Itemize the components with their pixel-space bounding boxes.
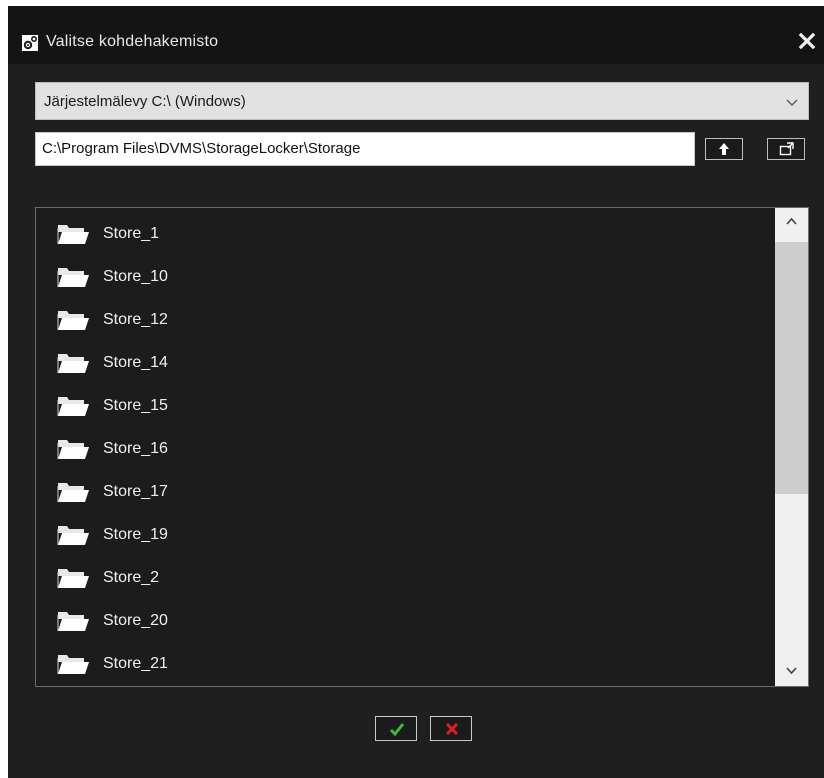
arrow-up-icon bbox=[719, 143, 729, 155]
parent-folder-button[interactable] bbox=[705, 138, 743, 160]
folder-icon bbox=[57, 354, 89, 373]
cancel-button[interactable] bbox=[430, 716, 472, 741]
folder-icon bbox=[57, 483, 89, 502]
folder-list-item[interactable]: Store_19 bbox=[56, 519, 756, 549]
folder-icon bbox=[57, 397, 89, 416]
folder-name: Store_16 bbox=[103, 440, 168, 457]
folder-name: Store_19 bbox=[103, 526, 168, 543]
folder-icon bbox=[57, 225, 89, 244]
drive-select-value: Järjestelmälevy C:\ (Windows) bbox=[44, 93, 246, 110]
folder-name: Store_12 bbox=[103, 311, 168, 328]
close-icon bbox=[798, 32, 816, 50]
scrollbar-thumb[interactable] bbox=[775, 242, 808, 494]
new-folder-button[interactable] bbox=[767, 138, 805, 160]
folder-list-item[interactable]: Store_21 bbox=[56, 648, 756, 678]
folder-name: Store_15 bbox=[103, 397, 168, 414]
folder-name: Store_14 bbox=[103, 354, 168, 371]
folder-icon bbox=[57, 311, 89, 330]
dialog-title: Valitse kohdehakemisto bbox=[46, 33, 219, 50]
folder-name: Store_20 bbox=[103, 612, 168, 629]
close-button[interactable] bbox=[798, 32, 816, 50]
folder-name: Store_2 bbox=[103, 569, 160, 586]
new-folder-icon bbox=[779, 142, 794, 156]
folder-list-item[interactable]: Store_12 bbox=[56, 304, 756, 334]
settings-gears-icon bbox=[22, 35, 38, 51]
folder-list-item[interactable]: Store_17 bbox=[56, 476, 756, 506]
chevron-down-icon bbox=[786, 99, 798, 106]
ok-button[interactable] bbox=[375, 716, 417, 741]
choose-folder-dialog: Valitse kohdehakemisto Järjestelmälevy C… bbox=[8, 6, 824, 778]
chevron-down-icon bbox=[786, 667, 797, 675]
drive-select[interactable]: Järjestelmälevy C:\ (Windows) bbox=[35, 82, 809, 120]
chevron-up-icon bbox=[786, 217, 797, 225]
folder-list-item[interactable]: Store_10 bbox=[56, 261, 756, 291]
folder-name: Store_10 bbox=[103, 268, 168, 285]
scroll-up-button[interactable] bbox=[775, 208, 808, 236]
folder-list: Store_1 Store_10 Store_12 Store_14 Store_15 S… bbox=[35, 207, 809, 687]
folder-name: Store_21 bbox=[103, 655, 168, 672]
folder-list-item[interactable]: Store_1 bbox=[56, 218, 756, 248]
folder-icon bbox=[57, 655, 89, 674]
folder-icon bbox=[57, 612, 89, 631]
scroll-down-button[interactable] bbox=[775, 658, 808, 686]
folder-name: Store_17 bbox=[103, 483, 168, 500]
vertical-scrollbar[interactable] bbox=[775, 208, 808, 686]
x-icon bbox=[445, 722, 459, 736]
folder-icon bbox=[57, 440, 89, 459]
folder-list-item[interactable]: Store_16 bbox=[56, 433, 756, 463]
folder-icon bbox=[57, 569, 89, 588]
folder-name: Store_1 bbox=[103, 225, 160, 242]
check-icon bbox=[389, 723, 405, 737]
folder-icon bbox=[57, 526, 89, 545]
folder-icon bbox=[57, 268, 89, 287]
folder-list-item[interactable]: Store_20 bbox=[56, 605, 756, 635]
folder-list-item[interactable]: Store_2 bbox=[56, 562, 756, 592]
path-input[interactable]: C:\Program Files\DVMS\StorageLocker\Stor… bbox=[35, 132, 695, 166]
folder-list-item[interactable]: Store_15 bbox=[56, 390, 756, 420]
title-bar: Valitse kohdehakemisto bbox=[8, 6, 824, 64]
folder-list-item[interactable]: Store_14 bbox=[56, 347, 756, 377]
